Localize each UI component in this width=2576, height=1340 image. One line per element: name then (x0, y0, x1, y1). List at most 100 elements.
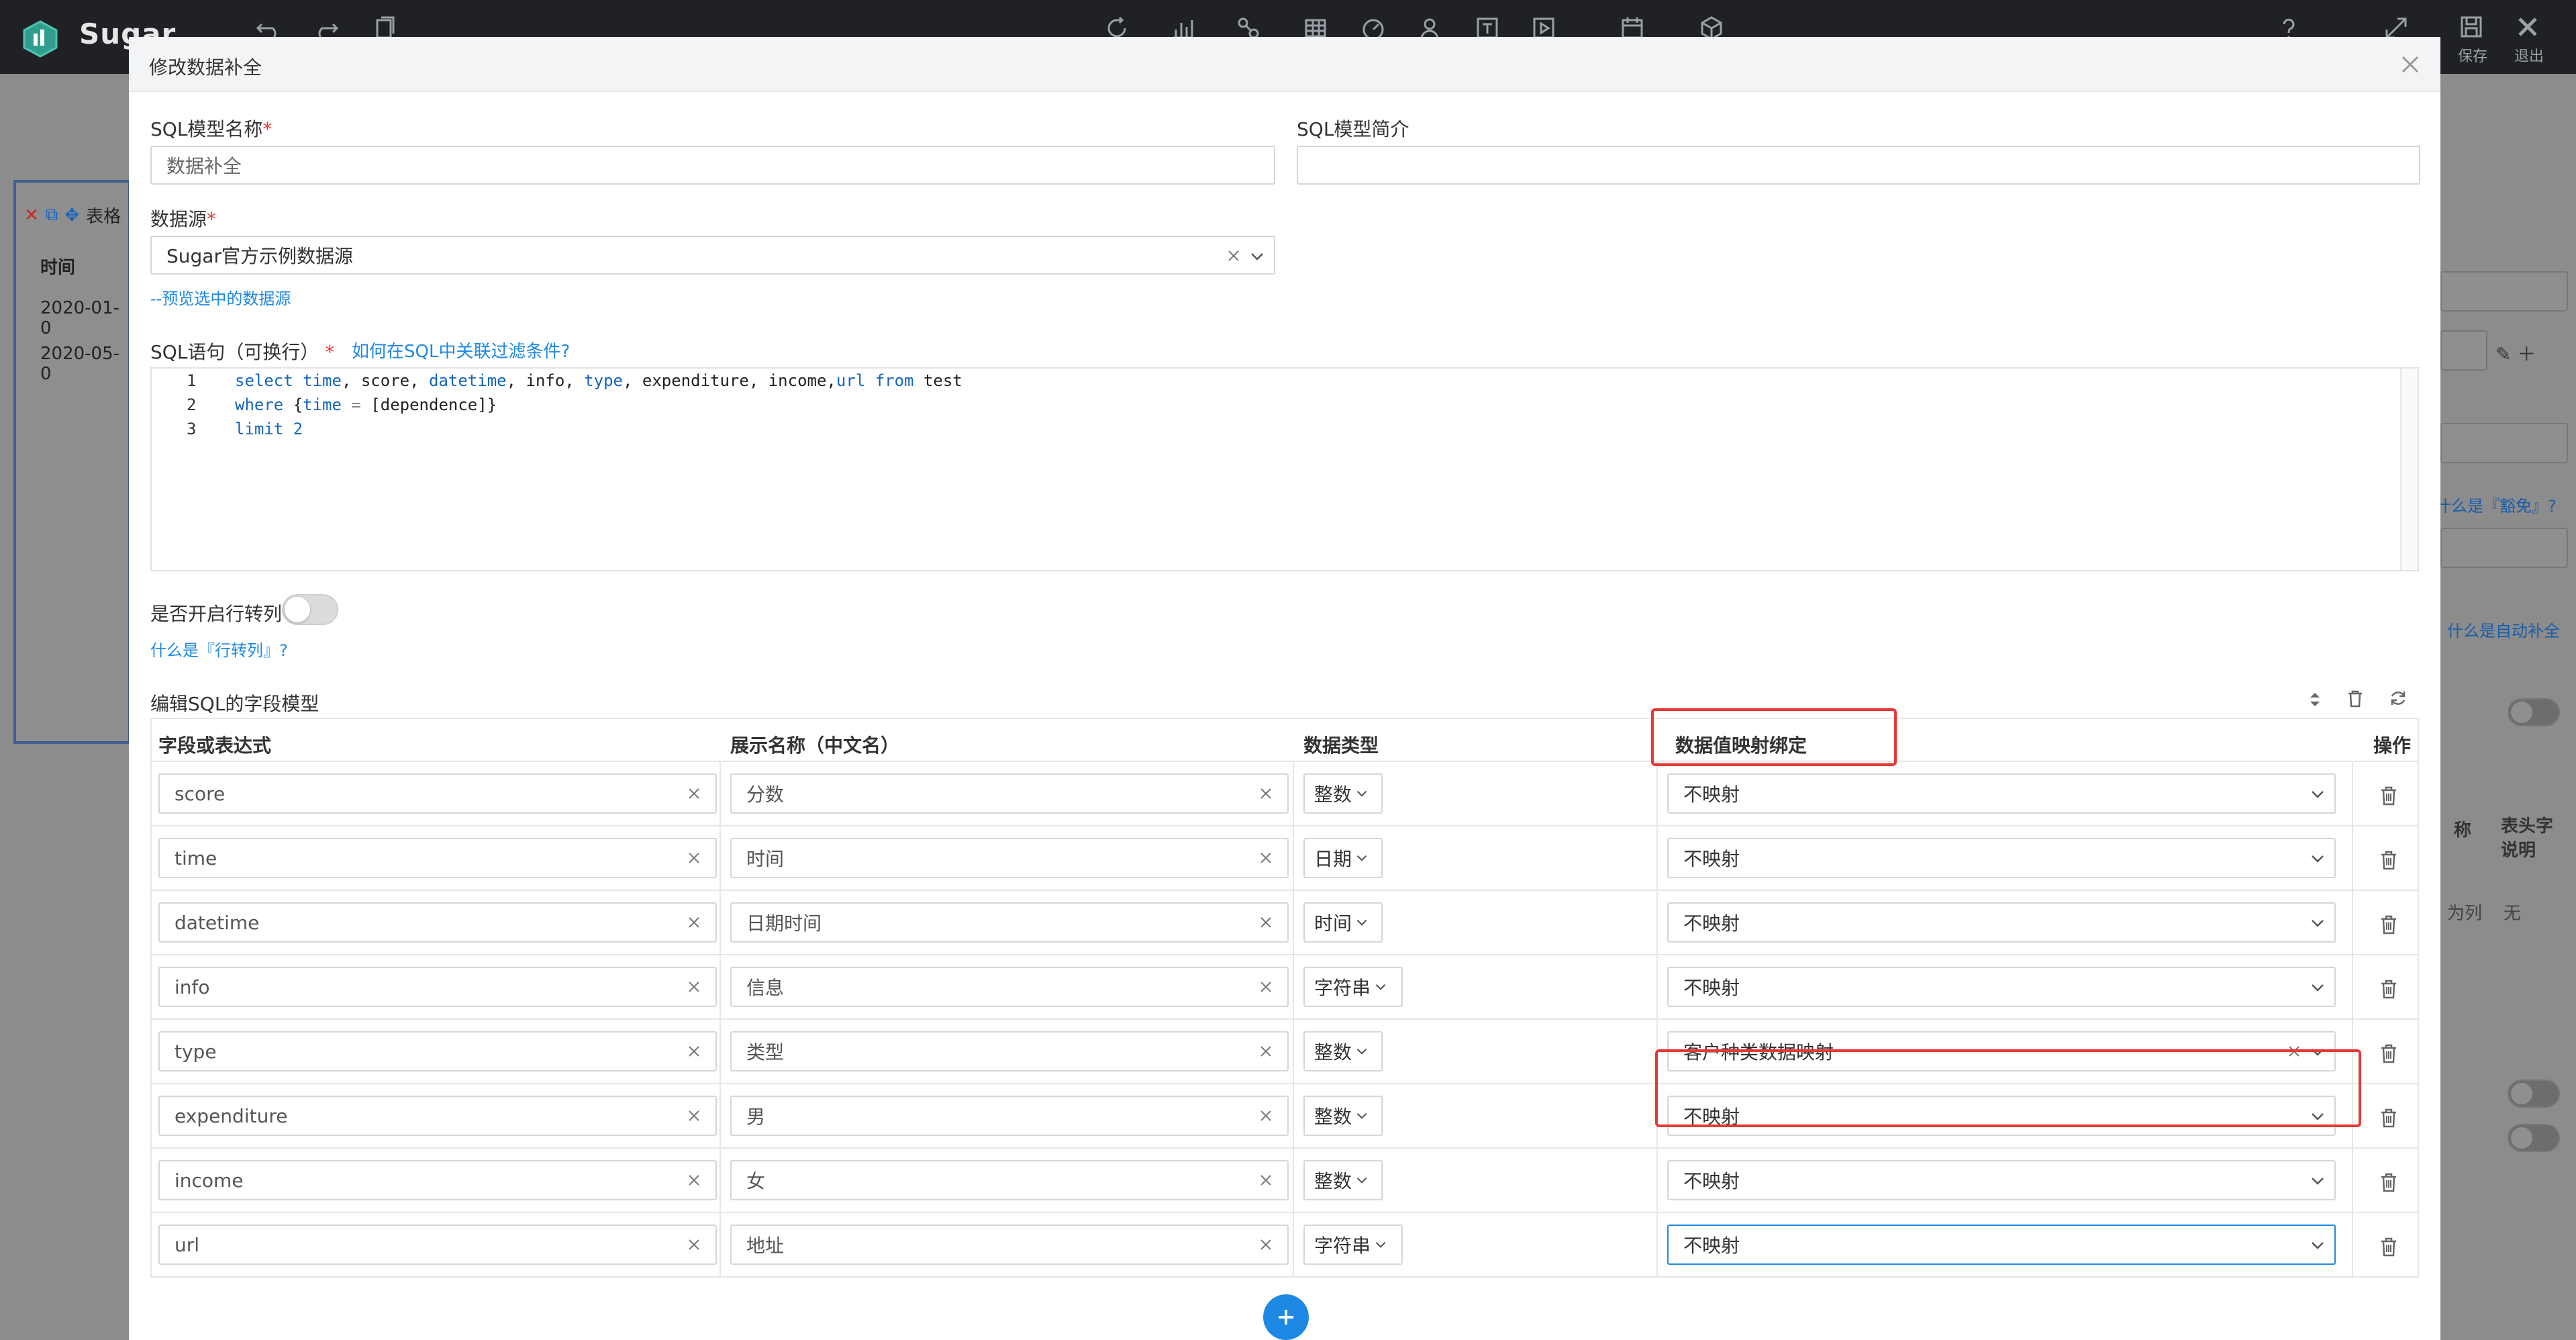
field-value: info (175, 975, 210, 998)
mapping-value: 不映射 (1683, 912, 1740, 935)
data-type-select[interactable]: 整数 (1303, 1160, 1383, 1200)
sql-code-editor[interactable]: 1 2 3 select time, score, datetime, info… (150, 367, 2419, 571)
line-number: 1 (187, 371, 197, 390)
code-line-2: where {time = [dependence]} (235, 395, 497, 414)
clear-icon[interactable] (687, 916, 701, 929)
data-type-select[interactable]: 字符串 (1303, 1225, 1403, 1265)
refresh-icon[interactable] (2388, 688, 2408, 708)
clear-icon[interactable] (1259, 1045, 1273, 1058)
trash-icon[interactable] (2345, 688, 2365, 708)
row-to-col-label: 是否开启行转列 (150, 603, 283, 625)
delete-row-icon[interactable] (2379, 1043, 2399, 1064)
mapping-cell-highlight (1655, 1049, 2361, 1127)
model-desc-input[interactable] (1297, 146, 2420, 185)
copy-widget-icon[interactable]: ⧉ (46, 205, 58, 226)
add-field-button[interactable] (1263, 1294, 1309, 1340)
field-input[interactable]: score (158, 773, 717, 814)
delete-row-icon[interactable] (2379, 914, 2399, 935)
mapping-value: 不映射 (1683, 783, 1740, 806)
field-input[interactable]: datetime (158, 902, 717, 943)
field-input[interactable]: time (158, 838, 717, 878)
preview-datasource-link[interactable]: --预览选中的数据源 (150, 285, 291, 309)
dtype-value: 时间 (1314, 912, 1352, 935)
display-name-input[interactable]: 地址 (730, 1225, 1289, 1265)
mapping-value: 不映射 (1683, 1235, 1740, 1257)
dtype-value: 字符串 (1314, 977, 1371, 999)
value-mapping-select[interactable]: 不映射 (1667, 902, 2336, 943)
code-line-1: select time, score, datetime, info, type… (235, 371, 962, 390)
close-icon[interactable] (2399, 53, 2422, 76)
row-to-col-toggle[interactable] (282, 594, 338, 625)
value-mapping-select[interactable]: 不映射 (1667, 773, 2336, 814)
display-name-input[interactable]: 信息 (730, 967, 1289, 1007)
data-type-select[interactable]: 整数 (1303, 773, 1383, 814)
row-to-col-help-link[interactable]: 什么是『行转列』? (150, 637, 288, 661)
clear-icon[interactable] (1259, 916, 1273, 929)
editor-scrollbar[interactable] (2400, 369, 2418, 570)
value-mapping-select[interactable]: 不映射 (1667, 838, 2336, 878)
clear-icon[interactable] (687, 1109, 701, 1122)
clear-icon[interactable] (687, 851, 701, 865)
delete-row-icon[interactable] (2379, 785, 2399, 806)
table-header: 字段或表达式 展示名称（中文名） 数据类型 数据值映射绑定 操作 (150, 718, 2419, 762)
data-type-select[interactable]: 日期 (1303, 838, 1383, 878)
bg-link-exempt: 什么是『豁免』? (2435, 497, 2557, 516)
field-input[interactable]: type (158, 1031, 717, 1071)
clear-icon[interactable] (1259, 1238, 1273, 1251)
clear-icon[interactable] (1259, 1174, 1273, 1187)
delete-widget-icon[interactable]: ✕ (24, 205, 39, 226)
model-name-input[interactable]: 数据补全 (150, 146, 1275, 185)
sql-help-link[interactable]: 如何在SQL中关联过滤条件? (352, 338, 570, 363)
bg-toggle (2508, 1080, 2560, 1108)
display-value: 地址 (746, 1235, 785, 1257)
data-type-select[interactable]: 整数 (1303, 1031, 1383, 1071)
delete-row-icon[interactable] (2379, 1236, 2399, 1257)
value-mapping-select[interactable]: 不映射 (1667, 1225, 2336, 1265)
delete-row-icon[interactable] (2379, 849, 2399, 871)
field-input[interactable]: income (158, 1160, 717, 1200)
data-type-select[interactable]: 整数 (1303, 1096, 1383, 1136)
value-mapping-select[interactable]: 不映射 (1667, 1160, 2336, 1200)
display-name-input[interactable]: 男 (730, 1096, 1289, 1136)
clear-icon[interactable] (687, 1045, 701, 1058)
bg-toggle (2508, 698, 2560, 726)
expand-widget-icon[interactable]: ✥ (64, 205, 79, 226)
field-input[interactable]: url (158, 1225, 717, 1265)
clear-icon[interactable] (1259, 1109, 1273, 1122)
widget-cell: 2020-05-0 (40, 344, 120, 384)
display-name-input[interactable]: 时间 (730, 838, 1289, 878)
clear-icon[interactable] (1259, 787, 1273, 800)
header-dtype: 数据类型 (1303, 734, 1379, 757)
exit-icon[interactable] (2514, 13, 2541, 40)
data-type-select[interactable]: 时间 (1303, 902, 1383, 943)
clear-icon[interactable] (1259, 851, 1273, 865)
chevron-down-icon (1356, 920, 1367, 926)
table-row: income 女 整数 不映射 (150, 1149, 2419, 1213)
clear-icon[interactable] (687, 787, 701, 800)
display-name-input[interactable]: 女 (730, 1160, 1289, 1200)
data-type-select[interactable]: 字符串 (1303, 967, 1403, 1007)
clear-icon[interactable] (687, 980, 701, 994)
modal-header: 修改数据补全 (129, 37, 2440, 92)
sort-icon[interactable] (2305, 689, 2325, 710)
field-input[interactable]: expenditure (158, 1096, 717, 1136)
chevron-down-icon (2312, 1242, 2324, 1249)
field-input[interactable]: info (158, 967, 717, 1007)
delete-row-icon[interactable] (2379, 978, 2399, 1000)
datasource-select[interactable]: Sugar官方示例数据源 (150, 236, 1275, 275)
delete-row-icon[interactable] (2379, 1107, 2399, 1129)
display-name-input[interactable]: 类型 (730, 1031, 1289, 1071)
display-name-input[interactable]: 分数 (730, 773, 1289, 814)
value-mapping-select[interactable]: 不映射 (1667, 967, 2336, 1007)
bg-select (2440, 330, 2487, 371)
table-row: url 地址 字符串 不映射 (150, 1213, 2419, 1278)
save-icon[interactable] (2458, 13, 2485, 40)
clear-icon[interactable] (687, 1238, 701, 1251)
delete-row-icon[interactable] (2379, 1171, 2399, 1193)
display-name-input[interactable]: 日期时间 (730, 902, 1289, 943)
exit-label[interactable]: 退出 (2514, 44, 2544, 66)
clear-icon[interactable] (687, 1174, 701, 1187)
clear-icon[interactable] (1227, 249, 1240, 262)
clear-icon[interactable] (1259, 980, 1273, 994)
save-label[interactable]: 保存 (2458, 44, 2487, 66)
